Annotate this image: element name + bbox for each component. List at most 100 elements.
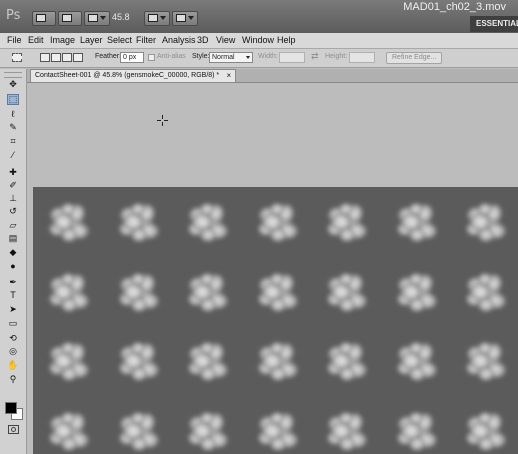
pen-icon[interactable]: ✒ xyxy=(7,277,19,288)
smoke-frame-thumbnail xyxy=(188,342,228,381)
bridge-icon xyxy=(36,14,46,22)
smoke-frame-thumbnail xyxy=(396,342,437,381)
tool-preset-icon[interactable] xyxy=(12,53,22,62)
intersect-selection-icon[interactable] xyxy=(73,53,83,62)
hand-icon[interactable]: ✋ xyxy=(7,360,19,371)
smoke-frame-thumbnail xyxy=(466,411,506,451)
path-selection-icon[interactable]: ➤ xyxy=(7,304,19,315)
clone-stamp-icon[interactable]: ⊥ xyxy=(7,193,19,204)
add-to-selection-icon[interactable] xyxy=(51,53,61,62)
smoke-frame-thumbnail xyxy=(257,411,298,451)
smoke-frame-thumbnail xyxy=(396,411,437,451)
mini-bridge-button[interactable] xyxy=(58,11,82,26)
height-label: Height: xyxy=(325,53,348,60)
smoke-frame-thumbnail xyxy=(188,203,228,242)
shape-icon[interactable]: ▭ xyxy=(7,318,19,329)
menu-edit[interactable]: Edit xyxy=(28,35,44,45)
healing-brush-icon[interactable]: ✚ xyxy=(7,167,19,178)
smoke-frame-thumbnail xyxy=(118,411,159,451)
type-icon[interactable]: T xyxy=(7,290,19,301)
smoke-frame-thumbnail xyxy=(49,203,89,242)
smoke-frame-thumbnail xyxy=(188,411,228,451)
menu-analysis[interactable]: Analysis xyxy=(162,35,196,45)
arrange-documents-button[interactable] xyxy=(144,11,170,26)
quick-selection-icon[interactable]: ✎ xyxy=(7,122,19,133)
menu-image[interactable]: Image xyxy=(50,35,75,45)
crop-icon[interactable]: ⌗ xyxy=(7,136,19,147)
zoom-level-value: 45.8 xyxy=(112,12,130,22)
3d-orbit-icon[interactable]: ◎ xyxy=(7,346,19,357)
subtract-from-selection-icon[interactable] xyxy=(62,53,72,62)
eyedropper-icon[interactable]: ⁄ xyxy=(7,150,19,161)
menu-view[interactable]: View xyxy=(216,35,235,45)
eraser-icon[interactable]: ▱ xyxy=(7,220,19,231)
tools-panel: ✥ ⬚ ℓ ✎ ⌗ ⁄ ✚ ✐ ⊥ ↺ ▱ ▤ ◆ ● ✒ T ➤ ▭ ⟲ ◎ ✋ ⚲ xyxy=(0,69,27,454)
zoom-level-field[interactable]: 45.8 xyxy=(112,11,140,24)
refine-edge-button[interactable]: Refine Edge... xyxy=(386,52,443,64)
smoke-frame-thumbnail xyxy=(327,203,367,242)
3d-rotate-icon[interactable]: ⟲ xyxy=(7,333,19,344)
menu-filter[interactable]: Filter xyxy=(136,35,156,45)
rectangular-marquee-icon[interactable]: ⬚ xyxy=(7,94,19,105)
blur-icon[interactable]: ◆ xyxy=(7,247,19,258)
menu-select[interactable]: Select xyxy=(107,35,132,45)
arrange-documents-icon xyxy=(148,14,158,22)
mini-bridge-icon xyxy=(62,14,72,22)
history-brush-icon[interactable]: ↺ xyxy=(7,206,19,217)
new-selection-icon[interactable] xyxy=(40,53,50,62)
smoke-frame-thumbnail xyxy=(49,272,89,312)
smoke-frame-thumbnail xyxy=(466,272,506,312)
quick-mask-button[interactable] xyxy=(8,425,19,434)
contact-sheet-canvas[interactable] xyxy=(33,187,518,454)
menu-3d[interactable]: 3D xyxy=(197,35,209,45)
smoke-frame-thumbnail xyxy=(188,272,228,312)
view-extras-button[interactable] xyxy=(84,11,110,26)
document-tab-bar: ContactSheet-001 @ 45.8% (gensmokeC_0000… xyxy=(27,69,518,83)
menu-help[interactable]: Help xyxy=(277,35,296,45)
style-label: Style: xyxy=(192,53,210,60)
document-tab[interactable]: ContactSheet-001 @ 45.8% (gensmokeC_0000… xyxy=(30,69,237,82)
smoke-frame-thumbnail xyxy=(49,342,89,381)
chevron-down-icon xyxy=(160,16,166,20)
smoke-frame-thumbnail xyxy=(257,203,298,242)
zoom-icon[interactable]: ⚲ xyxy=(7,374,19,385)
height-input[interactable] xyxy=(349,52,375,63)
menu-file[interactable]: File xyxy=(7,35,22,45)
menu-window[interactable]: Window xyxy=(242,35,274,45)
style-value: Normal xyxy=(212,54,235,61)
application-bar: Ps 45.8 MAD01_ch02_3.mov ESSENTIAL xyxy=(0,0,518,33)
feather-input[interactable]: 0 px xyxy=(120,52,144,63)
quick-mask-icon xyxy=(11,427,16,432)
workspace-switcher-button[interactable]: ESSENTIAL xyxy=(470,16,518,32)
options-bar: Feather: 0 px Anti-alias Style: Normal W… xyxy=(0,49,518,68)
view-extras-icon xyxy=(88,14,98,22)
screen-mode-button[interactable] xyxy=(172,11,198,26)
smoke-frame-thumbnail xyxy=(396,272,437,312)
anti-alias-checkbox[interactable] xyxy=(148,54,155,61)
style-select[interactable]: Normal xyxy=(209,52,253,63)
smoke-frame-thumbnail xyxy=(466,203,506,242)
document-tab-title: ContactSheet-001 @ 45.8% (gensmokeC_0000… xyxy=(35,72,220,79)
smoke-frame-thumbnail xyxy=(49,411,89,451)
close-icon[interactable]: × xyxy=(226,70,231,82)
smoke-frame-thumbnail xyxy=(118,342,159,381)
lasso-icon[interactable]: ℓ xyxy=(7,109,19,120)
tools-panel-grip[interactable] xyxy=(4,72,22,78)
foreground-color-swatch[interactable] xyxy=(5,402,17,414)
dodge-icon[interactable]: ● xyxy=(7,261,19,272)
swap-dimensions-icon[interactable]: ⇄ xyxy=(311,51,319,62)
menu-layer[interactable]: Layer xyxy=(80,35,103,45)
gradient-icon[interactable]: ▤ xyxy=(7,233,19,244)
smoke-frame-thumbnail xyxy=(327,342,367,381)
width-label: Width: xyxy=(258,53,278,60)
width-input[interactable] xyxy=(279,52,305,63)
move-tool-icon[interactable]: ✥ xyxy=(7,79,19,90)
bridge-button[interactable] xyxy=(32,11,56,26)
crosshair-cursor-icon xyxy=(157,115,168,126)
smoke-frame-thumbnail xyxy=(327,272,367,312)
photoshop-logo: Ps xyxy=(6,8,21,23)
brush-icon[interactable]: ✐ xyxy=(7,180,19,191)
smoke-frame-thumbnail xyxy=(118,272,159,312)
window-title: MAD01_ch02_3.mov xyxy=(403,1,506,13)
chevron-down-icon xyxy=(100,16,106,20)
